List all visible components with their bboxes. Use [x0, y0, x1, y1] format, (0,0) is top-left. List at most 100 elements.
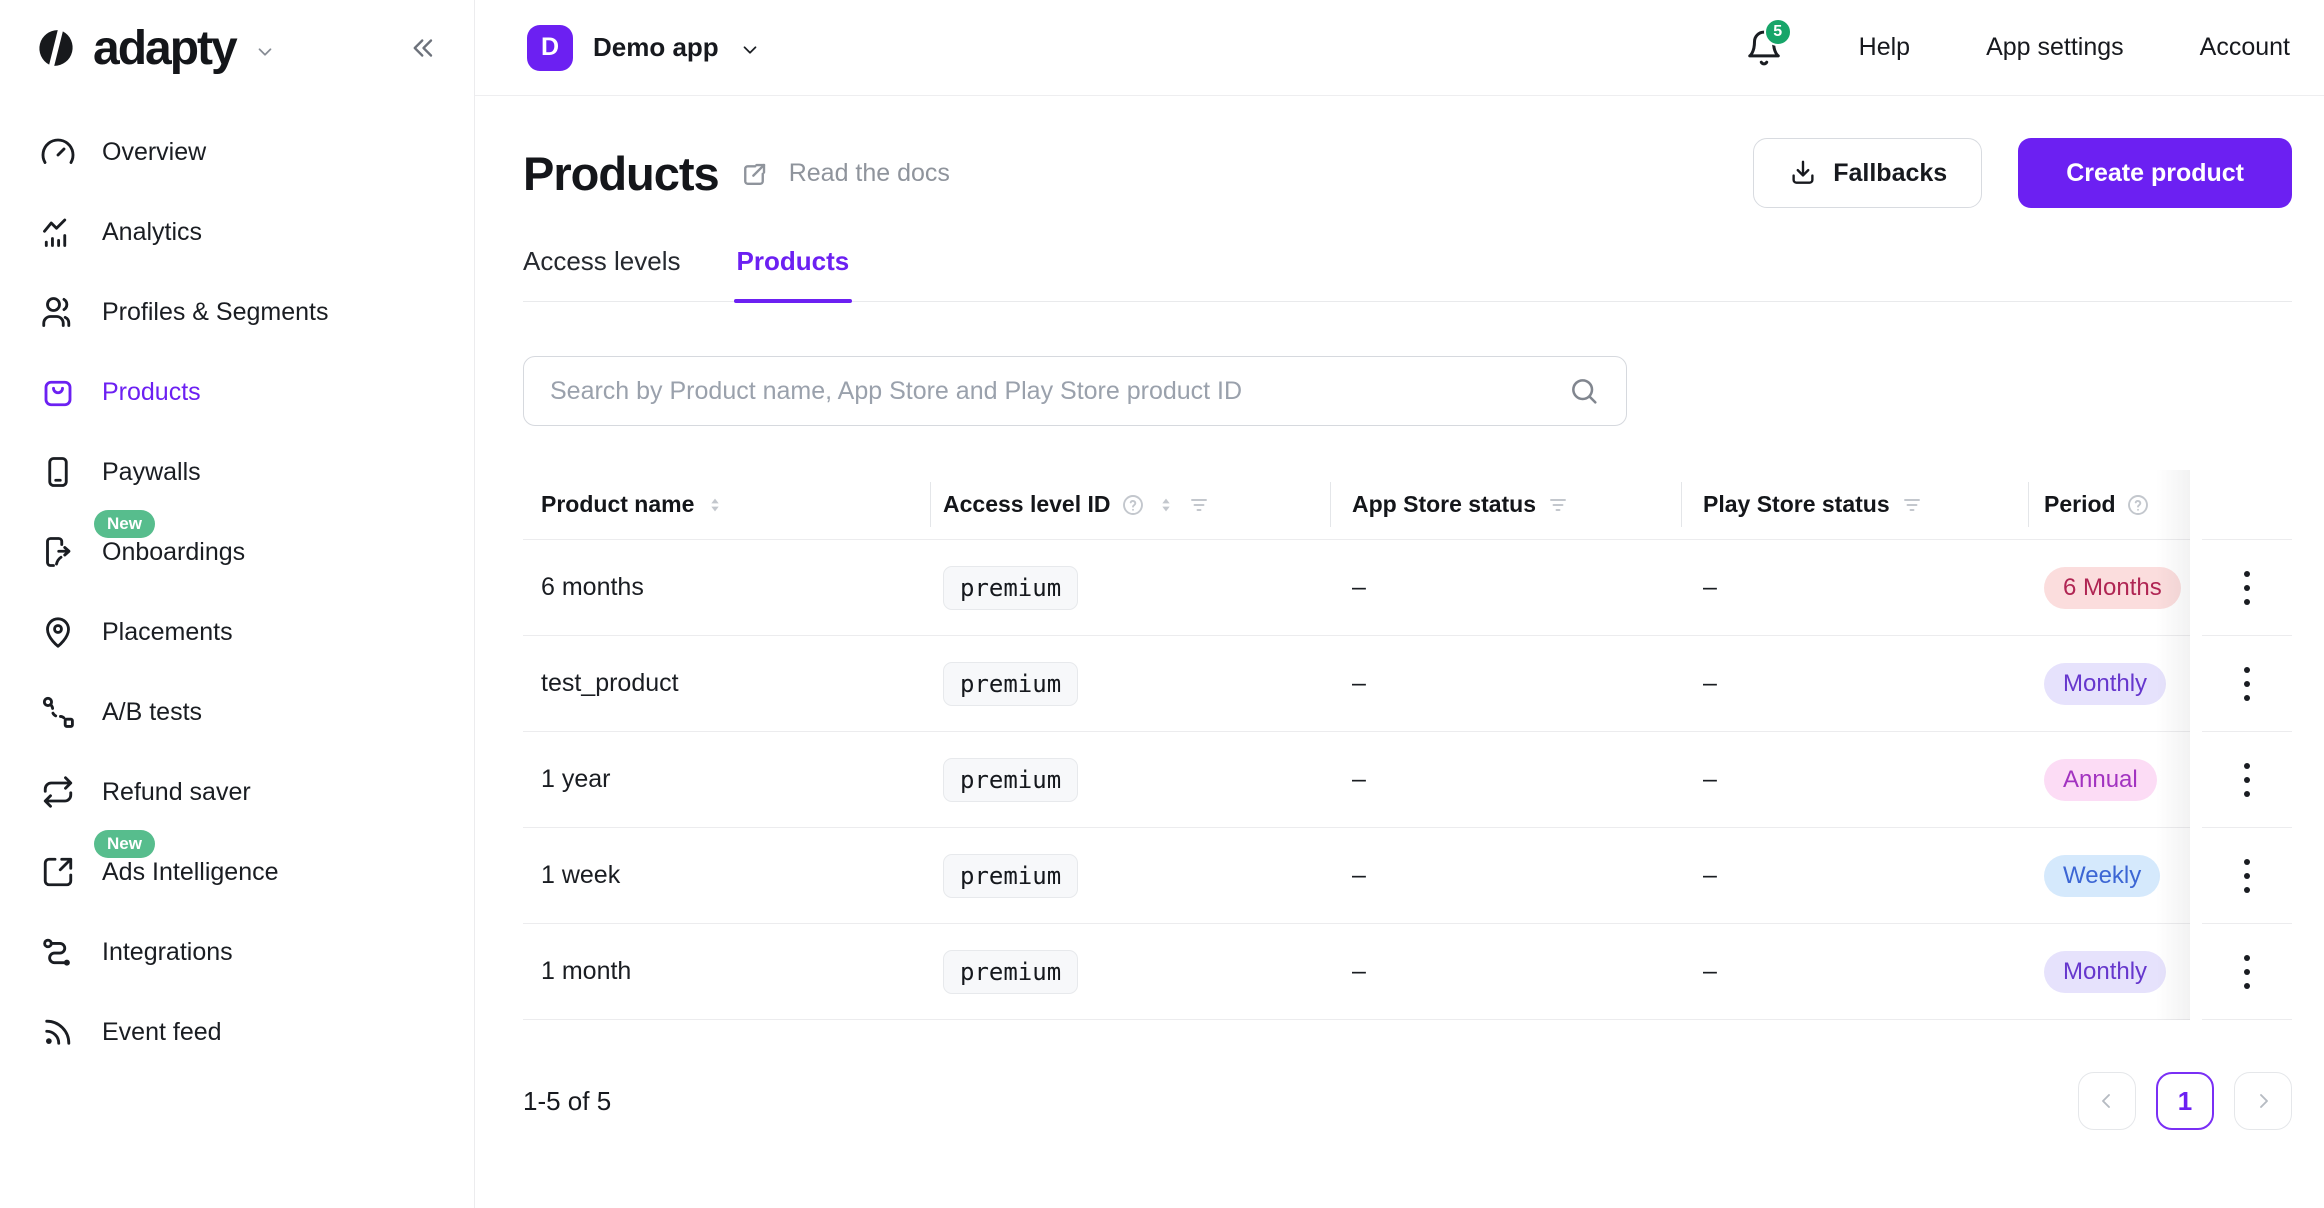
product-name-cell: 1 month [523, 924, 930, 1020]
sidebar-item-event-feed[interactable]: Event feed [40, 992, 474, 1072]
adapty-logo-icon [33, 25, 79, 71]
topbar-right: 5 Help App settings Account [1745, 29, 2290, 67]
period-badge: Monthly [2044, 663, 2166, 705]
help-icon[interactable] [2126, 493, 2150, 517]
filter-icon[interactable] [1546, 493, 1570, 517]
access-level-chip: premium [943, 950, 1078, 994]
table-row: 1 week premium – – Weekly [523, 828, 2292, 924]
gauge-icon [40, 134, 76, 170]
sidebar-item-placements[interactable]: Placements [40, 592, 474, 672]
row-actions-button[interactable] [2236, 755, 2258, 805]
square-arrow-out-icon [40, 854, 76, 890]
external-link-icon [739, 160, 769, 190]
product-name-cell: 1 week [523, 828, 930, 924]
sidebar-item-onboardings[interactable]: New Onboardings [40, 512, 474, 592]
page-title: Products [523, 146, 719, 201]
org-switcher-chevron-icon[interactable] [254, 41, 276, 63]
app-store-status-cell: – [1330, 636, 1681, 732]
app-store-status-cell: – [1330, 732, 1681, 828]
sidebar-item-ab-tests[interactable]: A/B tests [40, 672, 474, 752]
help-link[interactable]: Help [1859, 33, 1910, 62]
products-table: Product name Access level ID [523, 470, 2292, 1020]
play-store-status-cell: – [1681, 828, 2028, 924]
next-page-button[interactable] [2234, 1072, 2292, 1130]
integrations-route-icon [40, 934, 76, 970]
table-body: 6 months premium – – 6 Months test_produ… [523, 540, 2292, 1020]
notification-badge: 5 [1764, 18, 1792, 46]
collapse-sidebar-icon[interactable] [406, 33, 436, 63]
row-actions-button[interactable] [2236, 947, 2258, 997]
page-1-button[interactable]: 1 [2156, 1072, 2214, 1130]
notifications-button[interactable]: 5 [1745, 29, 1783, 67]
table-row: 6 months premium – – 6 Months [523, 540, 2292, 636]
create-product-button[interactable]: Create product [2018, 138, 2292, 208]
access-level-chip: premium [943, 854, 1078, 898]
analytics-chart-icon [40, 214, 76, 250]
app-settings-link[interactable]: App settings [1986, 33, 2124, 62]
search-icon [1568, 375, 1600, 407]
sidebar-item-analytics[interactable]: Analytics [40, 192, 474, 272]
column-header-access-level-id: Access level ID [930, 470, 1330, 540]
new-badge: New [94, 830, 155, 858]
play-store-status-cell: – [1681, 540, 2028, 636]
pagination-summary: 1-5 of 5 [523, 1086, 611, 1117]
sidebar-item-paywalls[interactable]: Paywalls [40, 432, 474, 512]
chevron-left-icon [2095, 1089, 2119, 1113]
sidebar-item-ads-intelligence[interactable]: New Ads Intelligence [40, 832, 474, 912]
access-level-chip: premium [943, 566, 1078, 610]
period-badge: 6 Months [2044, 567, 2181, 609]
access-level-chip: premium [943, 662, 1078, 706]
column-header-play-store-status: Play Store status [1681, 470, 2028, 540]
filter-icon[interactable] [1900, 493, 1924, 517]
filter-icon[interactable] [1187, 493, 1211, 517]
row-actions-button[interactable] [2236, 563, 2258, 613]
period-badge: Annual [2044, 759, 2157, 801]
sidebar-item-overview[interactable]: Overview [40, 112, 474, 192]
read-docs-link[interactable]: Read the docs [789, 159, 950, 188]
play-store-status-cell: – [1681, 636, 2028, 732]
sort-icon[interactable] [1155, 494, 1177, 516]
sidebar-item-products[interactable]: Products [40, 352, 474, 432]
chevron-down-icon [739, 39, 761, 61]
main-panel: D Demo app 5 Help App settings Account P… [475, 0, 2324, 1208]
row-actions-button[interactable] [2236, 851, 2258, 901]
period-badge: Monthly [2044, 951, 2166, 993]
prev-page-button[interactable] [2078, 1072, 2136, 1130]
sidebar-logo-row: adapty [0, 0, 474, 96]
table-row: 1 month premium – – Monthly [523, 924, 2292, 1020]
repeat-icon [40, 774, 76, 810]
sidebar-item-integrations[interactable]: Integrations [40, 912, 474, 992]
users-icon [40, 294, 76, 330]
fallbacks-button[interactable]: Fallbacks [1753, 138, 1982, 208]
content: Products Read the docs Fallbacks Create [475, 96, 2324, 1208]
search-bar [523, 356, 1627, 426]
rss-feed-icon [40, 1014, 76, 1050]
shopping-bag-icon [40, 374, 76, 410]
sidebar-item-refund-saver[interactable]: Refund saver [40, 752, 474, 832]
app-store-status-cell: – [1330, 540, 1681, 636]
product-name-cell: 6 months [523, 540, 930, 636]
page-head: Products Read the docs Fallbacks Create [523, 138, 2292, 208]
app-name: Demo app [593, 32, 719, 63]
account-link[interactable]: Account [2200, 33, 2290, 62]
play-store-status-cell: – [1681, 924, 2028, 1020]
app-store-status-cell: – [1330, 828, 1681, 924]
table-header-row: Product name Access level ID [523, 470, 2292, 540]
app-switcher[interactable]: D Demo app [527, 25, 761, 71]
brand-wordmark: adapty [93, 21, 236, 76]
sidebar-nav: Overview Analytics Profiles & Segments P… [0, 96, 474, 1072]
tab-access-levels[interactable]: Access levels [523, 246, 681, 301]
table-row: 1 year premium – – Annual [523, 732, 2292, 828]
search-input[interactable] [550, 377, 1568, 406]
tab-products[interactable]: Products [737, 246, 850, 301]
sidebar-item-profiles-segments[interactable]: Profiles & Segments [40, 272, 474, 352]
help-icon[interactable] [1121, 493, 1145, 517]
sort-icon[interactable] [704, 494, 726, 516]
table-row: test_product premium – – Monthly [523, 636, 2292, 732]
pagination: 1-5 of 5 1 [523, 1072, 2292, 1130]
row-actions-button[interactable] [2236, 659, 2258, 709]
column-header-app-store-status: App Store status [1330, 470, 1681, 540]
onboarding-phone-icon [40, 534, 76, 570]
column-header-product-name: Product name [523, 470, 930, 540]
chevron-right-icon [2251, 1089, 2275, 1113]
